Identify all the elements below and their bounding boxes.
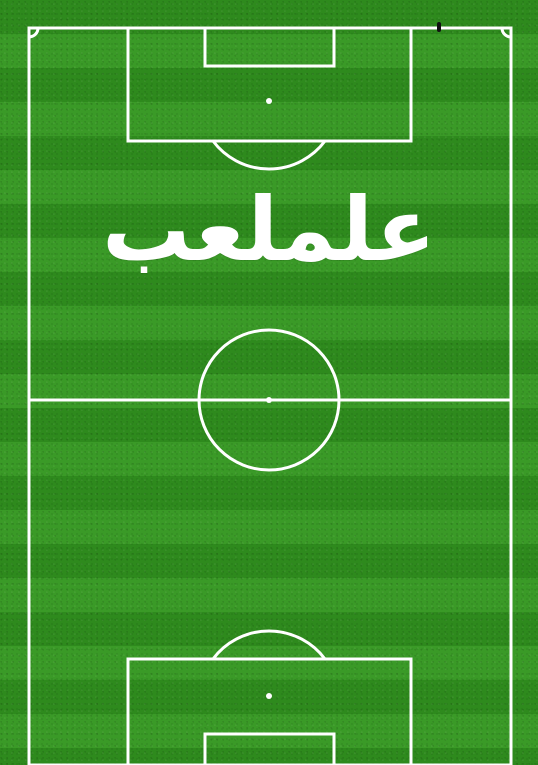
touchline-boundary: [27, 26, 513, 765]
page-title: علملعب: [102, 178, 436, 281]
top-goal-area: [203, 26, 336, 68]
bottom-penalty-area: [126, 657, 413, 765]
bottom-goal-area: [203, 732, 336, 765]
pitch-lines: [27, 26, 513, 765]
corner-flag-mark: [437, 22, 441, 32]
bottom-penalty-spot: [266, 693, 272, 699]
top-penalty-area: [126, 26, 413, 143]
top-penalty-spot: [266, 98, 272, 104]
centre-spot: [266, 397, 272, 403]
football-pitch-poster: علملعب: [0, 0, 538, 765]
top-penalty-arc: [211, 140, 327, 171]
bottom-penalty-arc: [211, 629, 327, 660]
